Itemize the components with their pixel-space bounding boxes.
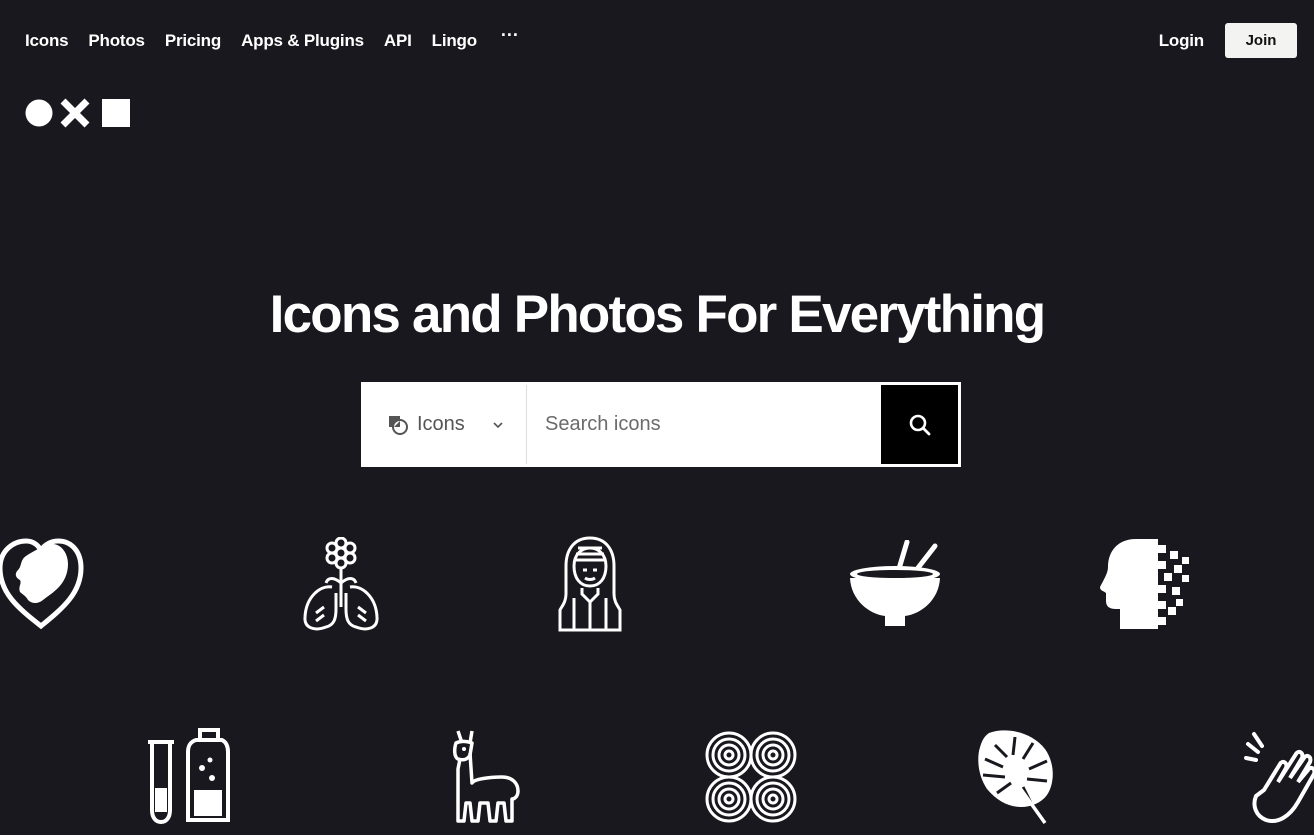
nav-link-photos[interactable]: Photos: [88, 30, 145, 52]
test-tube-bottle-icon[interactable]: [146, 728, 232, 829]
monstera-leaf-icon[interactable]: [975, 727, 1057, 830]
bowl-chopsticks-icon[interactable]: [847, 539, 943, 633]
clapping-hands-icon[interactable]: [1244, 730, 1314, 835]
llama-icon[interactable]: [450, 729, 520, 830]
woman-portrait-icon[interactable]: [556, 536, 624, 637]
nav-link-apps-plugins[interactable]: Apps & Plugins: [241, 30, 364, 52]
login-link[interactable]: Login: [1159, 31, 1204, 51]
infinity-spiral-icon[interactable]: [703, 729, 799, 830]
flower-lungs-icon[interactable]: [302, 536, 380, 638]
search-button[interactable]: [881, 385, 958, 464]
more-menu-icon[interactable]: ···: [501, 26, 519, 48]
auth-links: Login Join: [1159, 23, 1297, 58]
icons-type-icon: [389, 415, 408, 435]
search-icon: [909, 414, 930, 435]
pixel-head-icon[interactable]: [1098, 537, 1192, 636]
nav-link-api[interactable]: API: [384, 30, 412, 52]
chevron-down-icon: [493, 421, 503, 428]
search-type-dropdown[interactable]: Icons: [364, 385, 527, 464]
nav-link-icons[interactable]: Icons: [25, 30, 69, 52]
search-bar: Icons: [361, 382, 961, 467]
top-nav: Icons Photos Pricing Apps & Plugins API …: [0, 0, 1314, 82]
nav-link-pricing[interactable]: Pricing: [165, 30, 221, 52]
heart-face-icon[interactable]: [0, 538, 84, 635]
logo[interactable]: [25, 98, 131, 128]
search-input[interactable]: [527, 385, 881, 464]
search-type-label: Icons: [417, 413, 465, 435]
nav-links: Icons Photos Pricing Apps & Plugins API …: [25, 26, 519, 52]
join-button[interactable]: Join: [1225, 23, 1297, 58]
nav-link-lingo[interactable]: Lingo: [432, 30, 477, 52]
hero-title: Icons and Photos For Everything: [269, 285, 1046, 344]
logo-shapes-icon: [25, 98, 130, 128]
